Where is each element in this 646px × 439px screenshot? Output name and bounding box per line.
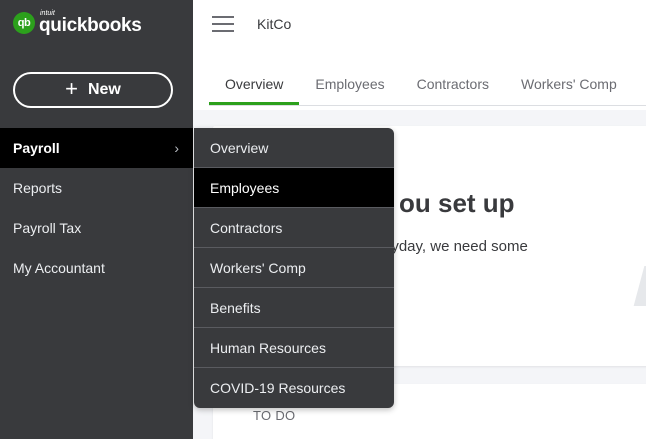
- todo-heading: TO DO: [253, 408, 296, 423]
- company-name: KitCo: [257, 16, 292, 32]
- logo-name: quickbooks: [39, 15, 142, 36]
- sidebar: qb intuit quickbooks + New Payroll › Rep…: [0, 0, 193, 439]
- setup-card-title: ou set up: [399, 188, 515, 218]
- top-bar: KitCo Overview Employees Contractors Wor…: [193, 0, 646, 110]
- new-button[interactable]: + New: [13, 72, 173, 108]
- tab-workers-comp[interactable]: Workers' Comp: [505, 70, 633, 105]
- sidebar-item-my-accountant[interactable]: My Accountant: [0, 248, 193, 288]
- flyout-item-overview[interactable]: Overview: [194, 128, 394, 168]
- sidebar-item-label: Reports: [13, 180, 63, 196]
- chevron-right-icon: ›: [174, 140, 179, 156]
- flyout-item-contractors[interactable]: Contractors: [194, 208, 394, 248]
- flyout-item-workers-comp[interactable]: Workers' Comp: [194, 248, 394, 288]
- sidebar-nav: Payroll › Reports Payroll Tax My Account…: [0, 128, 193, 288]
- plus-icon: +: [65, 76, 78, 101]
- quickbooks-logo[interactable]: qb intuit quickbooks: [13, 10, 142, 35]
- quickbooks-logo-icon: qb: [13, 11, 35, 34]
- flyout-item-benefits[interactable]: Benefits: [194, 288, 394, 328]
- sidebar-item-reports[interactable]: Reports: [0, 168, 193, 208]
- new-button-label: New: [87, 81, 121, 98]
- logo-text: intuit quickbooks: [39, 10, 142, 35]
- sidebar-item-label: Payroll Tax: [13, 220, 82, 236]
- illustration-image: [633, 266, 646, 306]
- flyout-item-employees[interactable]: Employees: [194, 168, 394, 208]
- setup-card-text: eyday, we need some: [383, 238, 528, 255]
- payroll-flyout-menu: Overview Employees Contractors Workers' …: [194, 128, 394, 408]
- tab-bar: Overview Employees Contractors Workers' …: [209, 70, 646, 106]
- hamburger-menu-icon[interactable]: [212, 16, 234, 32]
- sidebar-item-payroll[interactable]: Payroll ›: [0, 128, 193, 168]
- tab-employees[interactable]: Employees: [299, 70, 400, 105]
- flyout-item-covid-19-resources[interactable]: COVID-19 Resources: [194, 368, 394, 408]
- flyout-item-human-resources[interactable]: Human Resources: [194, 328, 394, 368]
- sidebar-item-label: Payroll: [13, 140, 60, 156]
- tab-overview[interactable]: Overview: [209, 70, 300, 105]
- sidebar-item-payroll-tax[interactable]: Payroll Tax: [0, 208, 193, 248]
- sidebar-item-label: My Accountant: [13, 260, 105, 276]
- tab-contractors[interactable]: Contractors: [401, 70, 505, 105]
